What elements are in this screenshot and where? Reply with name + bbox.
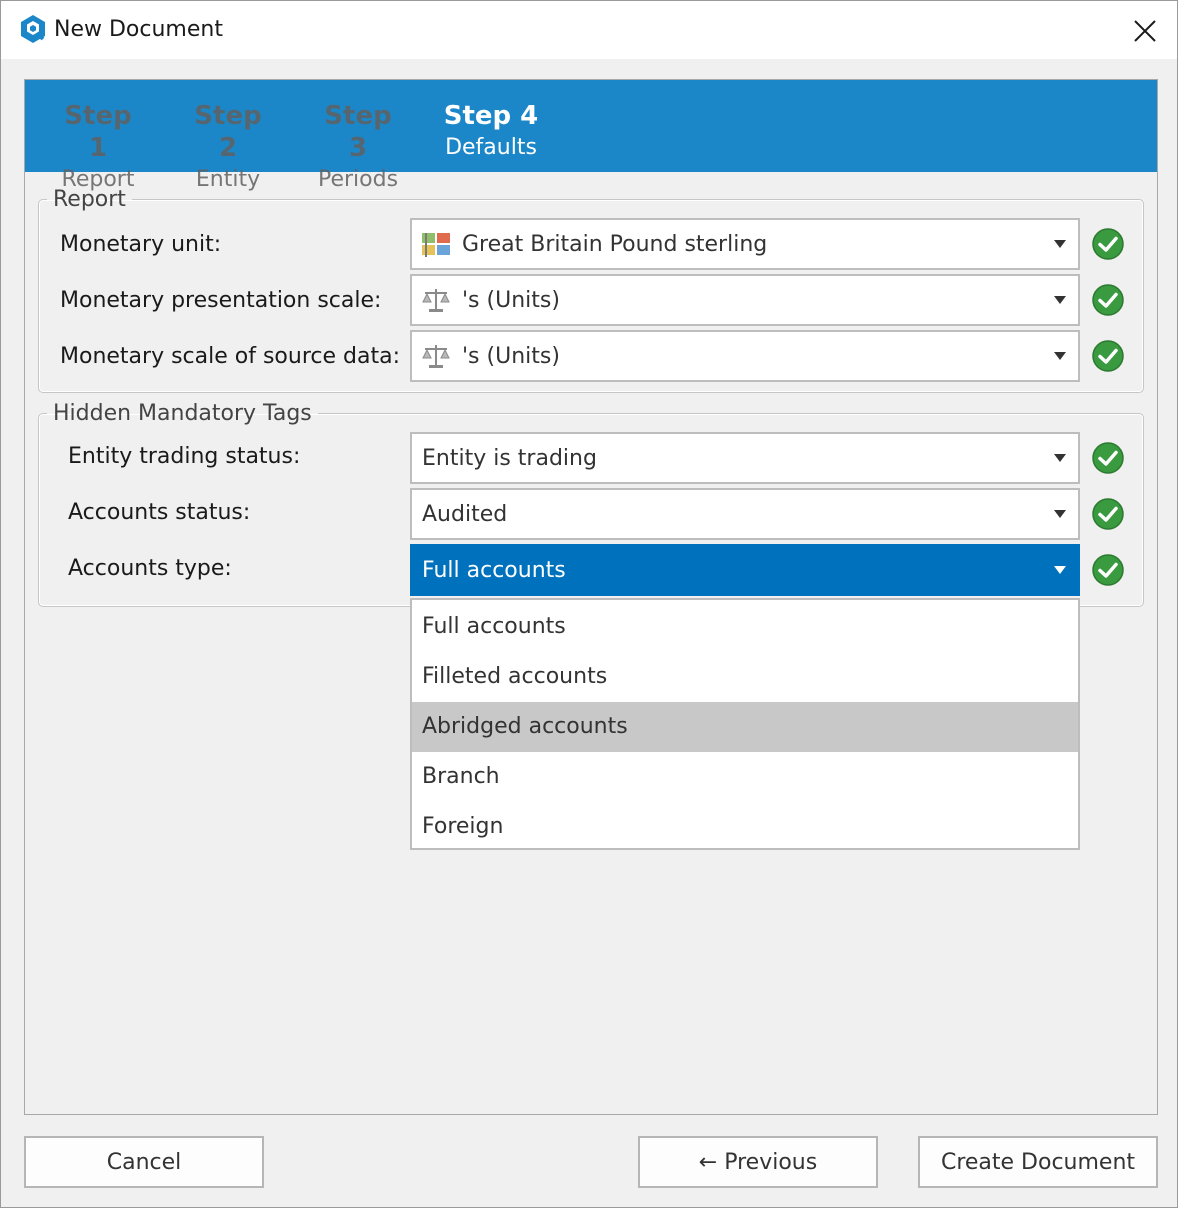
trading-status-label: Entity trading status: (68, 444, 301, 469)
accounts-type-dropdown: Full accounts Filleted accounts Abridged… (410, 598, 1080, 850)
accounts-status-select[interactable]: Audited (410, 488, 1080, 540)
presentation-scale-value: 's (Units) (462, 288, 560, 313)
scale-icon (422, 289, 450, 312)
presentation-scale-select[interactable]: 's (Units) (410, 274, 1080, 326)
step-1-tab[interactable]: Step 1 Report (53, 100, 143, 196)
check-circle-icon (1092, 284, 1124, 316)
accounts-type-select[interactable]: Full accounts (410, 544, 1080, 596)
trading-status-value: Entity is trading (422, 446, 597, 471)
create-document-button[interactable]: Create Document (918, 1136, 1158, 1188)
source-scale-value: 's (Units) (462, 344, 560, 369)
flag-icon (422, 233, 450, 257)
cancel-button[interactable]: Cancel (24, 1136, 264, 1188)
source-scale-select[interactable]: 's (Units) (410, 330, 1080, 382)
step-number: Step 1 (64, 101, 132, 163)
new-document-dialog: New Document Step 1 Report Step 2 Entity… (0, 0, 1178, 1208)
chevron-down-icon (1054, 296, 1066, 304)
check-circle-icon (1092, 228, 1124, 260)
check-circle-icon (1092, 498, 1124, 530)
report-group-legend: Report (53, 187, 126, 212)
presentation-scale-label: Monetary presentation scale: (60, 288, 382, 313)
close-icon (1134, 20, 1156, 42)
step-2-tab[interactable]: Step 2 Entity (183, 100, 273, 196)
step-number: Step 4 (443, 101, 539, 131)
monetary-unit-select[interactable]: Great Britain Pound sterling (410, 218, 1080, 270)
trading-status-select[interactable]: Entity is trading (410, 432, 1080, 484)
scale-icon (422, 345, 450, 368)
wizard-steps-bar: Step 1 Report Step 2 Entity Step 3 Perio… (25, 80, 1157, 192)
chevron-down-icon (1054, 510, 1066, 518)
check-circle-icon (1092, 442, 1124, 474)
chevron-down-icon (1054, 454, 1066, 462)
check-circle-icon (1092, 554, 1124, 586)
chevron-down-icon (1054, 240, 1066, 248)
step-label: Defaults (445, 135, 537, 160)
close-button[interactable] (1125, 11, 1165, 51)
option-branch[interactable]: Branch (412, 752, 1078, 802)
step-3-tab[interactable]: Step 3 Periods (313, 100, 403, 196)
accounts-type-label: Accounts type: (68, 556, 232, 581)
chevron-down-icon (1054, 352, 1066, 360)
previous-button[interactable]: ← Previous (638, 1136, 878, 1188)
monetary-unit-label: Monetary unit: (60, 232, 222, 257)
chevron-down-icon (1054, 566, 1066, 574)
step-4-tab[interactable]: Step 4 Defaults (443, 100, 539, 164)
step-number: Step 2 (194, 101, 262, 163)
option-abridged-accounts[interactable]: Abridged accounts (412, 702, 1078, 752)
title-bar: New Document (1, 1, 1177, 59)
option-filleted-accounts[interactable]: Filleted accounts (412, 652, 1078, 702)
accounts-status-label: Accounts status: (68, 500, 251, 525)
option-foreign[interactable]: Foreign (412, 802, 1078, 852)
hidden-tags-legend: Hidden Mandatory Tags (53, 401, 312, 426)
option-full-accounts[interactable]: Full accounts (412, 602, 1078, 652)
window-title: New Document (54, 17, 223, 42)
monetary-unit-value: Great Britain Pound sterling (462, 232, 768, 257)
accounts-type-value: Full accounts (422, 558, 566, 583)
accounts-status-value: Audited (422, 502, 508, 527)
app-logo-icon (21, 15, 45, 43)
step-number: Step 3 (324, 101, 392, 163)
check-circle-icon (1092, 340, 1124, 372)
source-scale-label: Monetary scale of source data: (60, 344, 400, 369)
